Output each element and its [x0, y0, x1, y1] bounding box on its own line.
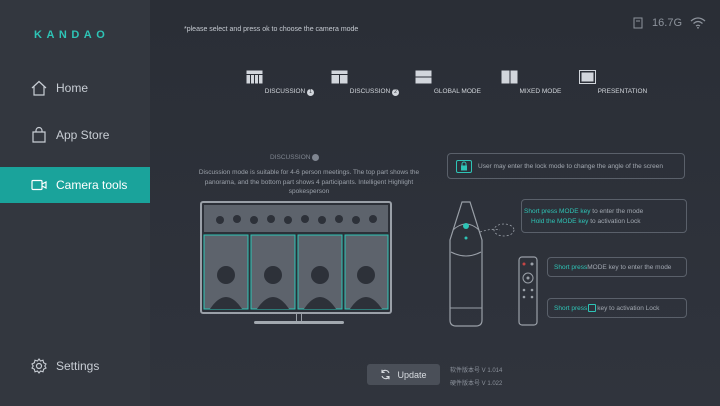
- lock-tip-text: User may enter the lock mode to change t…: [478, 162, 663, 170]
- sidebar-item-label: Camera tools: [56, 178, 128, 192]
- sidebar: KANDAO Home App Store Camera tools Setti…: [0, 0, 150, 406]
- mode-discussion-1[interactable]: DISCUSSION 1: [240, 70, 320, 96]
- badge-2: 2: [392, 89, 400, 96]
- camera-short-press-key: Short press MODE key: [524, 207, 591, 215]
- badge-1: 1: [307, 89, 315, 96]
- lock-key-icon: [588, 304, 597, 312]
- camera-keys-tip-box: Short press MODE key to enter the mode H…: [521, 199, 687, 233]
- sidebar-item-settings[interactable]: Settings: [0, 348, 150, 384]
- description-title: DISCUSSION: [270, 154, 320, 162]
- camera-hold-tip: Hold the MODE key to activation Lock: [524, 218, 640, 225]
- gear-icon: [31, 358, 47, 374]
- storage-value: 16.7G: [652, 17, 682, 29]
- remote-lock-tip-box: Short press key to activation Lock: [547, 298, 687, 318]
- mode-label: MIXED MODE: [519, 88, 562, 95]
- mode-label: PRESENTATION: [597, 88, 648, 95]
- mode-discussion-2[interactable]: DISCUSSION 2: [325, 70, 405, 96]
- tv-illustration: [200, 201, 392, 314]
- refresh-icon: [381, 369, 391, 380]
- sidebar-item-label: Settings: [56, 359, 100, 373]
- sidebar-item-label: Home: [56, 81, 89, 95]
- mixed-layout-icon: [501, 70, 518, 84]
- update-label: Update: [397, 369, 427, 380]
- description-text: Discussion mode is suitable for 4-6 pers…: [198, 169, 420, 195]
- camera-short-press-rest: to enter the mode: [590, 207, 644, 215]
- discussion-layout-icon: [331, 70, 348, 84]
- shopping-bag-icon: [32, 126, 46, 143]
- wifi-icon: [690, 17, 706, 29]
- remote-short-press-key: Short press: [554, 263, 588, 271]
- mode-label: GLOBAL MODE: [433, 88, 481, 95]
- camera-device-illustration: [449, 201, 515, 327]
- mode-label: DISCUSSION: [349, 88, 391, 95]
- presentation-layout-icon: [578, 70, 596, 84]
- panorama-preview: [203, 205, 389, 310]
- home-icon: [31, 80, 47, 96]
- description-title-text: DISCUSSION: [270, 154, 311, 162]
- remote-mode-tip-box: Short press MODE key to enter the mode: [547, 257, 687, 277]
- status-bar: 16.7G: [632, 17, 706, 29]
- remote-lock-rest: key to activation Lock: [597, 304, 660, 312]
- software-version: 软件版本号 V 1.014: [450, 368, 503, 374]
- kandao-logo: KANDAO: [34, 29, 110, 41]
- update-button[interactable]: Update: [367, 364, 440, 385]
- info-icon: [312, 154, 320, 161]
- sd-card-icon: [633, 17, 643, 29]
- camera-hold-key: Hold the MODE key: [531, 217, 589, 225]
- hardware-version: 硬件版本号 V 1.022: [450, 381, 503, 387]
- sidebar-item-camera-tools[interactable]: Camera tools: [0, 167, 150, 203]
- lock-icon: [456, 159, 472, 173]
- sidebar-item-app-store[interactable]: App Store: [0, 117, 150, 153]
- instruction-text: *please select and press ok to choose th…: [184, 26, 359, 33]
- remote-control-illustration: [518, 256, 538, 326]
- mode-mixed[interactable]: MIXED MODE: [491, 70, 571, 95]
- camera-icon: [31, 179, 47, 191]
- remote-lock-key: Short press: [554, 304, 588, 312]
- tv-stand: [254, 321, 344, 324]
- remote-short-press-rest: MODE key to enter the mode: [587, 263, 672, 271]
- lock-tip-box: User may enter the lock mode to change t…: [447, 153, 685, 179]
- mode-presentation[interactable]: PRESENTATION: [573, 70, 653, 95]
- global-layout-icon: [415, 70, 432, 84]
- sidebar-item-home[interactable]: Home: [0, 70, 150, 106]
- main-panel: *please select and press ok to choose th…: [150, 0, 720, 406]
- mode-label: DISCUSSION: [264, 88, 306, 95]
- sidebar-item-label: App Store: [56, 128, 110, 142]
- camera-hold-rest: to activation Lock: [588, 217, 641, 225]
- mode-global[interactable]: GLOBAL MODE: [408, 70, 488, 95]
- discussion-layout-icon: [246, 70, 263, 84]
- camera-short-press-tip: Short press MODE key to enter the mode: [524, 208, 643, 215]
